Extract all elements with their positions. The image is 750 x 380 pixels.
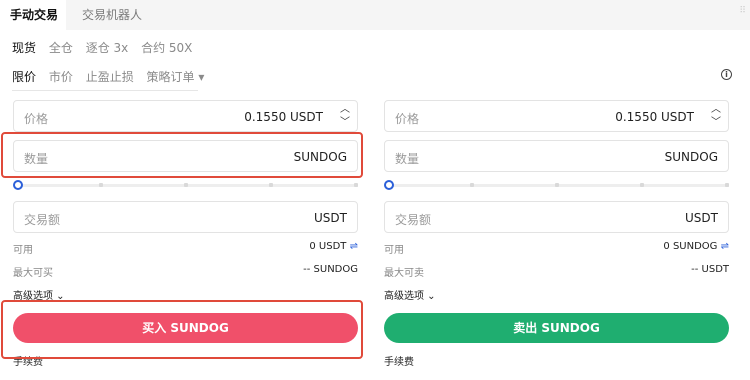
sell-quantity-unit: SUNDOG (664, 150, 718, 164)
buy-max-value: -- SUNDOG (303, 264, 358, 275)
buy-max-label: 最大可买 (13, 268, 53, 279)
slider-tick-75[interactable] (640, 183, 644, 187)
buy-price-value[interactable]: 0.1550 USDT (244, 110, 323, 124)
slider-tick-100[interactable] (354, 183, 358, 187)
transfer-icon[interactable]: ⇌ (350, 241, 358, 252)
tab-limit[interactable]: 限价 (12, 70, 36, 84)
sell-available-value: 0 SUNDOG (663, 241, 718, 252)
buy-quantity-field[interactable]: 数量 SUNDOG (13, 140, 358, 172)
mode-cross[interactable]: 全仓 (49, 41, 73, 55)
mode-spot[interactable]: 现货 (12, 41, 36, 55)
chevron-down-icon[interactable]: ﹀ (337, 116, 353, 129)
slider-tick-75[interactable] (269, 183, 273, 187)
sell-quantity-field[interactable]: 数量 SUNDOG (384, 140, 729, 172)
sell-max-label: 最大可卖 (384, 268, 424, 279)
buy-available-label: 可用 (13, 245, 33, 256)
transfer-icon[interactable]: ⇌ (721, 241, 729, 252)
sell-price-value[interactable]: 0.1550 USDT (615, 110, 694, 124)
slider-handle[interactable] (13, 180, 23, 190)
buy-available-value: 0 USDT (309, 241, 347, 252)
chevron-up-icon[interactable]: ︿ (708, 103, 724, 116)
slider-tick-50[interactable] (555, 183, 559, 187)
slider-tick-25[interactable] (99, 183, 103, 187)
buy-total-unit: USDT (314, 211, 347, 225)
buy-quantity-label: 数量 (24, 152, 49, 166)
buy-price-field[interactable]: 价格 0.1550 USDT ︿ ﹀ (13, 100, 358, 132)
buy-quantity-unit: SUNDOG (293, 150, 347, 164)
tab-market[interactable]: 市价 (49, 70, 73, 84)
buy-max-row: 最大可买 -- SUNDOG (13, 264, 358, 279)
tab-strategy-order[interactable]: 策略订单 ▾ (147, 70, 205, 84)
slider-tick-100[interactable] (725, 183, 729, 187)
slider-tick-25[interactable] (470, 183, 474, 187)
top-tab-bar: 手动交易 交易机器人 ⠿ (0, 0, 750, 30)
sell-max-value: -- USDT (691, 264, 729, 275)
sell-quantity-label: 数量 (395, 152, 420, 166)
chevron-up-icon[interactable]: ︿ (337, 103, 353, 116)
info-icon[interactable]: i (721, 69, 732, 80)
buy-price-label: 价格 (24, 112, 49, 126)
drag-handle-icon[interactable]: ⠿ (739, 6, 746, 16)
sell-price-field[interactable]: 价格 0.1550 USDT ︿ ﹀ (384, 100, 729, 132)
mode-futures[interactable]: 合约 50X (141, 41, 192, 55)
sell-advanced-options[interactable]: 高级选项 ⌄ (384, 287, 436, 302)
sell-max-row: 最大可卖 -- USDT (384, 264, 729, 279)
sell-total-label: 交易额 (395, 213, 432, 227)
slider-handle[interactable] (384, 180, 394, 190)
sell-total-unit: USDT (685, 211, 718, 225)
sell-price-label: 价格 (395, 112, 420, 126)
trade-mode-selector: 现货 全仓 逐仓 3x 合约 50X (12, 39, 201, 56)
slider-tick-50[interactable] (184, 183, 188, 187)
tab-manual-trade[interactable]: 手动交易 (0, 0, 66, 30)
sell-price-stepper[interactable]: ︿ ﹀ (708, 103, 724, 129)
buy-advanced-options[interactable]: 高级选项 ⌄ (13, 287, 65, 302)
sell-total-field[interactable]: 交易额 USDT (384, 201, 729, 233)
buy-amount-slider[interactable] (13, 180, 358, 190)
sell-amount-slider[interactable] (384, 180, 729, 190)
tabs-divider (12, 90, 198, 91)
buy-total-label: 交易额 (24, 213, 61, 227)
sell-available-row: 可用 0 SUNDOG ⇌ (384, 241, 729, 256)
chevron-down-icon[interactable]: ﹀ (708, 116, 724, 129)
buy-available-row: 可用 0 USDT ⇌ (13, 241, 358, 256)
sell-fee-label: 手续费 (384, 357, 414, 368)
tab-tp-sl[interactable]: 止盈止损 (86, 70, 134, 84)
buy-price-stepper[interactable]: ︿ ﹀ (337, 103, 353, 129)
sell-button[interactable]: 卖出 SUNDOG (384, 313, 729, 343)
tab-trading-bot[interactable]: 交易机器人 (82, 0, 142, 30)
buy-fee-label: 手续费 (13, 357, 43, 368)
mode-isolated[interactable]: 逐仓 3x (86, 41, 129, 55)
buy-button[interactable]: 买入 SUNDOG (13, 313, 358, 343)
buy-total-field[interactable]: 交易额 USDT (13, 201, 358, 233)
order-type-tabs: 限价 市价 止盈止损 策略订单 ▾ (12, 68, 213, 91)
sell-available-label: 可用 (384, 245, 404, 256)
